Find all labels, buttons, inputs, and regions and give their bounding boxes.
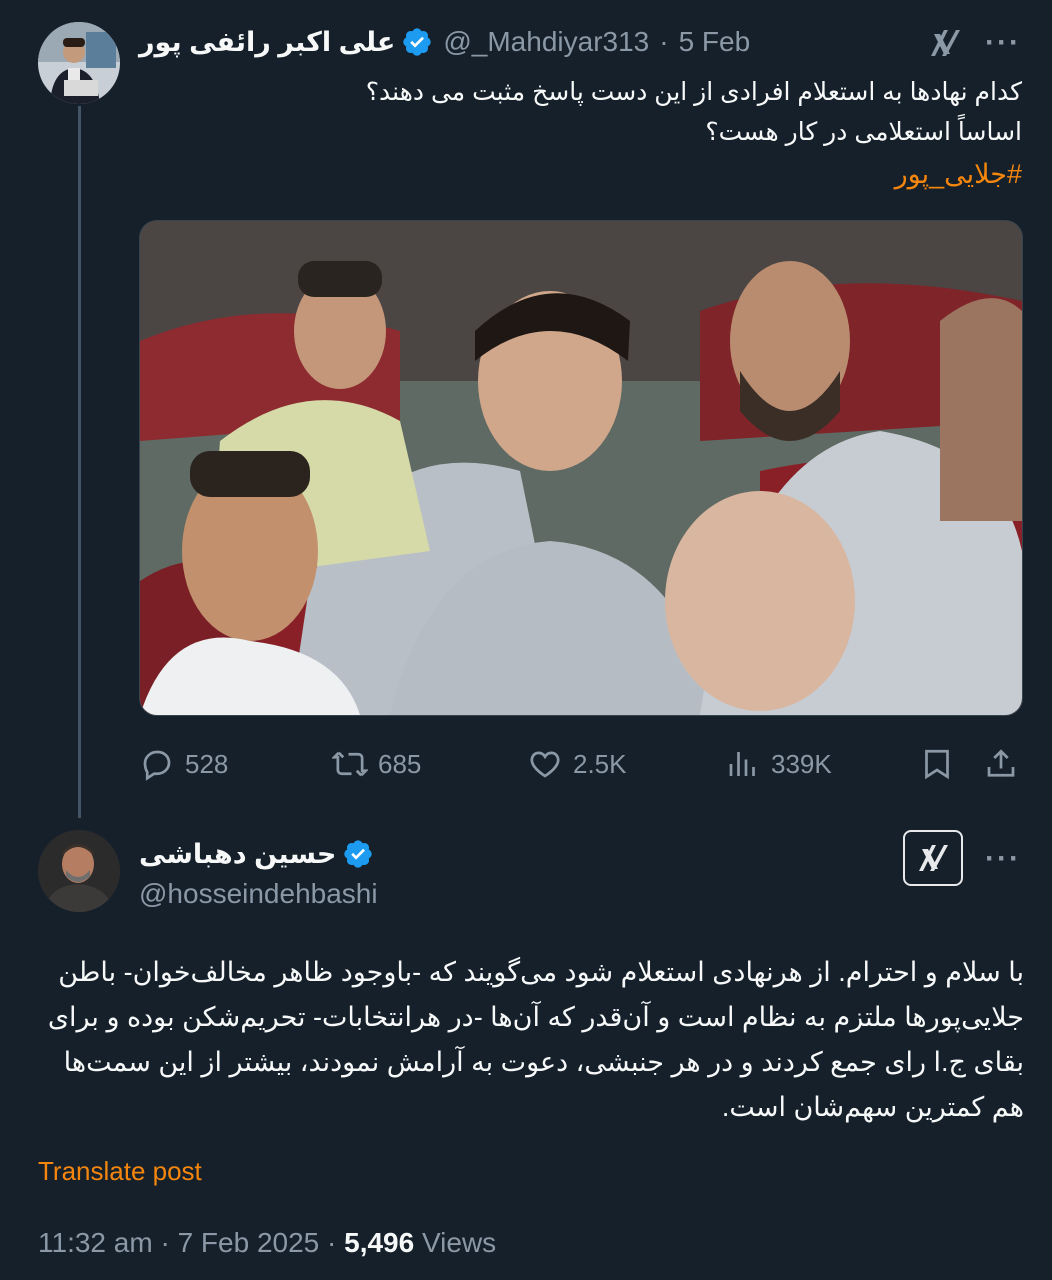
grok-button[interactable] — [903, 830, 963, 886]
bookmark-button[interactable] — [919, 746, 965, 782]
repost-count: 685 — [378, 748, 422, 779]
translate-post-link[interactable]: Translate post — [38, 1156, 202, 1187]
bookmark-icon — [925, 749, 949, 780]
repost-button[interactable]: 685 — [332, 746, 421, 782]
avatar-dehbashi[interactable] — [38, 830, 120, 912]
author-name[interactable]: حسین دهباشی — [139, 839, 336, 870]
author-name[interactable]: علی اکبر رائفی پور — [139, 27, 395, 58]
tweet1-line2: اساساً استعلامی در کار هست؟ — [705, 118, 1022, 146]
views-icon — [729, 752, 755, 776]
thread-connector-line — [78, 106, 81, 818]
tweet1-line1: کدام نهادها به استعلام افرادی از این دست… — [365, 78, 1022, 106]
avatar-raefipour[interactable] — [38, 22, 120, 104]
author-handle[interactable]: @_Mahdiyar313 — [443, 26, 649, 58]
views-count: 5,496 — [344, 1227, 415, 1258]
dot-separator: · — [659, 26, 669, 57]
views-label: Views — [421, 1227, 497, 1258]
verified-badge-icon — [403, 28, 432, 56]
post-date[interactable]: 5 Feb — [679, 26, 751, 58]
more-options-icon[interactable]: ··· — [985, 842, 1021, 876]
tweet1-header: علی اکبر رائفی پور @_Mahdiyar313 · 5 Feb — [139, 26, 750, 58]
post-time[interactable]: 11:32 am — [38, 1227, 153, 1258]
dot-separator: · — [327, 1227, 345, 1258]
like-icon — [530, 751, 560, 778]
more-options-icon[interactable]: ··· — [985, 26, 1021, 60]
reply-icon — [143, 750, 171, 781]
grok-icon — [919, 845, 948, 871]
dot-separator: · — [160, 1227, 178, 1258]
tweet1-text: کدام نهادها به استعلام افرادی از این دست… — [222, 76, 1022, 190]
author-handle[interactable]: @hosseindehbashi — [139, 878, 378, 910]
like-count: 2.5K — [573, 748, 627, 779]
reply-count: 528 — [185, 748, 229, 779]
views-count: 339K — [771, 748, 832, 779]
tweet2-header: حسین دهباشی — [139, 838, 374, 870]
repost-icon — [332, 751, 368, 777]
tweet-photo[interactable] — [139, 220, 1023, 716]
views-button[interactable]: 339K — [725, 746, 832, 782]
tweet2-text: با سلام و احترام. از هرنهادی استعلام شود… — [47, 957, 1024, 1122]
grok-icon[interactable] — [926, 24, 964, 62]
hashtag-link[interactable]: #جلایی_پور — [222, 158, 1022, 190]
tweet1-action-bar: 528 685 2.5K 339K — [139, 740, 1021, 786]
post-date[interactable]: 7 Feb 2025 — [178, 1227, 320, 1258]
share-button[interactable] — [983, 746, 1029, 782]
share-icon — [987, 749, 1015, 777]
post-meta: 11:32 am · 7 Feb 2025 · 5,496 Views — [38, 1227, 496, 1259]
verified-badge-icon — [344, 840, 373, 868]
like-button[interactable]: 2.5K — [527, 746, 627, 782]
reply-button[interactable]: 528 — [139, 746, 228, 782]
